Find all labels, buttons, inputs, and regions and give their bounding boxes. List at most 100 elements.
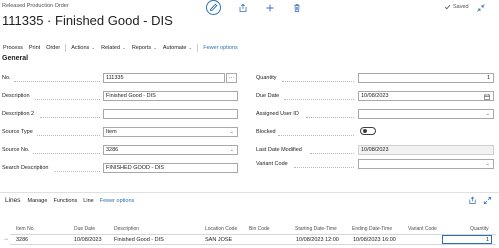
underline xyxy=(35,99,100,100)
description-field[interactable]: Finished Good - DIS xyxy=(103,91,238,101)
last-date-modified-field: 10/08/2023 xyxy=(358,145,494,155)
variant-code-select[interactable]: ⌄ xyxy=(358,159,494,169)
delete-button[interactable] xyxy=(290,1,304,15)
share-button[interactable] xyxy=(236,1,250,15)
cell-due-date[interactable]: 10/08/2023 xyxy=(74,237,102,243)
underline xyxy=(306,117,354,118)
quantity-cell-focus[interactable] xyxy=(442,235,492,244)
related-label: Related xyxy=(101,45,121,51)
variant-code-label: Variant Code xyxy=(256,161,288,167)
cell-starting-date-time[interactable]: 10/08/2023 12:00 xyxy=(296,237,339,243)
underline xyxy=(278,135,354,136)
plus-icon xyxy=(266,4,274,12)
chevron-down-icon: ⌄ xyxy=(91,45,96,50)
print-menu[interactable]: Print xyxy=(26,45,43,51)
row-arrow-icon: → xyxy=(3,236,9,242)
underline xyxy=(310,153,354,154)
blocked-label: Blocked xyxy=(256,129,276,135)
column-header-item-no[interactable]: Item No. xyxy=(16,226,35,232)
cell-item-no[interactable]: 3286 xyxy=(16,237,28,243)
process-menu[interactable]: Process xyxy=(0,45,26,51)
manage-menu[interactable]: Manage xyxy=(25,198,51,204)
line-menu[interactable]: Line xyxy=(80,198,96,204)
reports-label: Reports xyxy=(131,45,152,51)
underline xyxy=(37,135,100,136)
calendar-icon[interactable] xyxy=(484,93,490,100)
source-no-label: Source No. xyxy=(2,147,30,153)
chevron-down-icon: ⌄ xyxy=(188,45,193,50)
lines-title[interactable]: Lines xyxy=(2,197,25,204)
breadcrumb: Released Production Order xyxy=(2,3,69,9)
cell-description[interactable]: Finished Good - DIS xyxy=(114,237,164,243)
column-header-description[interactable]: Description xyxy=(114,226,139,232)
search-description-label: Search Description xyxy=(2,165,49,171)
lines-expand-button[interactable] xyxy=(480,193,494,207)
lines-share-button[interactable] xyxy=(465,193,479,207)
fewer-options-link[interactable]: Fewer options xyxy=(200,45,241,51)
automate-menu[interactable]: Automate ⌄ xyxy=(160,45,195,51)
no-lookup-button[interactable]: ··· xyxy=(226,73,237,83)
cell-ending-date-time[interactable]: 10/08/2023 16:00 xyxy=(353,237,396,243)
source-type-value: Item xyxy=(106,129,117,135)
related-menu[interactable]: Related ⌄ xyxy=(98,45,129,51)
collapse-icon xyxy=(477,4,485,12)
new-button[interactable] xyxy=(263,1,277,15)
checkmark-icon xyxy=(444,4,451,10)
description-2-label: Description 2 xyxy=(2,111,35,117)
description-label: Description xyxy=(2,93,30,99)
quantity-field[interactable]: 1 xyxy=(358,73,494,83)
cell-quantity[interactable]: 1 xyxy=(486,237,489,243)
source-no-value: 3286 xyxy=(106,147,119,153)
underline xyxy=(33,153,100,154)
chevron-down-icon: ⌄ xyxy=(229,129,234,135)
separator xyxy=(65,44,67,52)
section-divider xyxy=(0,192,499,193)
edit-button[interactable] xyxy=(206,0,221,15)
trash-icon xyxy=(294,4,300,12)
chevron-down-icon: ⌄ xyxy=(229,147,234,153)
collapse-button[interactable] xyxy=(474,1,488,15)
assigned-user-label: Assigned User ID xyxy=(256,111,299,117)
underline xyxy=(282,81,354,82)
functions-menu[interactable]: Functions xyxy=(50,198,80,204)
action-bar: Process Print Order Actions ⌄ Related ⌄ Re… xyxy=(0,42,499,54)
source-type-select[interactable]: Item ⌄ xyxy=(103,127,238,137)
lines-fewer-options-link[interactable]: Fewer options xyxy=(97,198,138,204)
saved-label: Saved xyxy=(453,4,469,10)
column-header-bin-code[interactable]: Bin Code xyxy=(249,226,270,232)
blocked-toggle[interactable] xyxy=(360,127,376,135)
column-header-location-code[interactable]: Location Code xyxy=(205,226,237,232)
general-section-title: General xyxy=(2,55,29,62)
chevron-down-icon: ⌄ xyxy=(485,111,490,117)
saved-status: Saved xyxy=(444,4,469,10)
source-no-select[interactable]: 3286 ⌄ xyxy=(103,145,238,155)
no-field[interactable]: 111335 xyxy=(103,73,225,83)
share-icon xyxy=(468,196,476,204)
column-header-variant-code[interactable]: Variant Code xyxy=(408,226,437,232)
cell-location-code[interactable]: SAN JOSE xyxy=(205,237,232,243)
underline xyxy=(294,167,354,168)
search-description-field[interactable]: FINISHED GOOD - DIS xyxy=(103,163,238,173)
share-icon xyxy=(239,3,247,12)
column-header-starting-date-time[interactable]: Starting Date-Time xyxy=(295,226,337,232)
chevron-down-icon: ⌄ xyxy=(122,45,126,50)
no-label: No. xyxy=(2,75,11,81)
column-header-due-date[interactable]: Due Date xyxy=(74,226,95,232)
due-date-field[interactable]: 10/08/2023 xyxy=(358,91,494,101)
column-header-quantity[interactable]: Quantity xyxy=(470,226,489,232)
reports-menu[interactable]: Reports ⌄ xyxy=(129,45,160,51)
column-header-ending-date-time[interactable]: Ending Date-Time xyxy=(352,226,392,232)
actions-menu[interactable]: Actions ⌄ xyxy=(68,45,98,51)
underline xyxy=(284,99,354,100)
assigned-user-select[interactable]: ⌄ xyxy=(358,109,494,119)
order-menu[interactable]: Order xyxy=(43,45,63,51)
description-2-field[interactable] xyxy=(103,109,238,119)
expand-icon xyxy=(483,196,491,204)
underline xyxy=(55,171,100,172)
underline xyxy=(40,117,100,118)
separator xyxy=(197,44,199,52)
due-date-value: 10/08/2023 xyxy=(361,93,389,99)
chevron-down-icon: ⌄ xyxy=(485,161,490,167)
due-date-label: Due Date xyxy=(256,93,280,99)
quantity-label: Quantity xyxy=(256,75,277,81)
